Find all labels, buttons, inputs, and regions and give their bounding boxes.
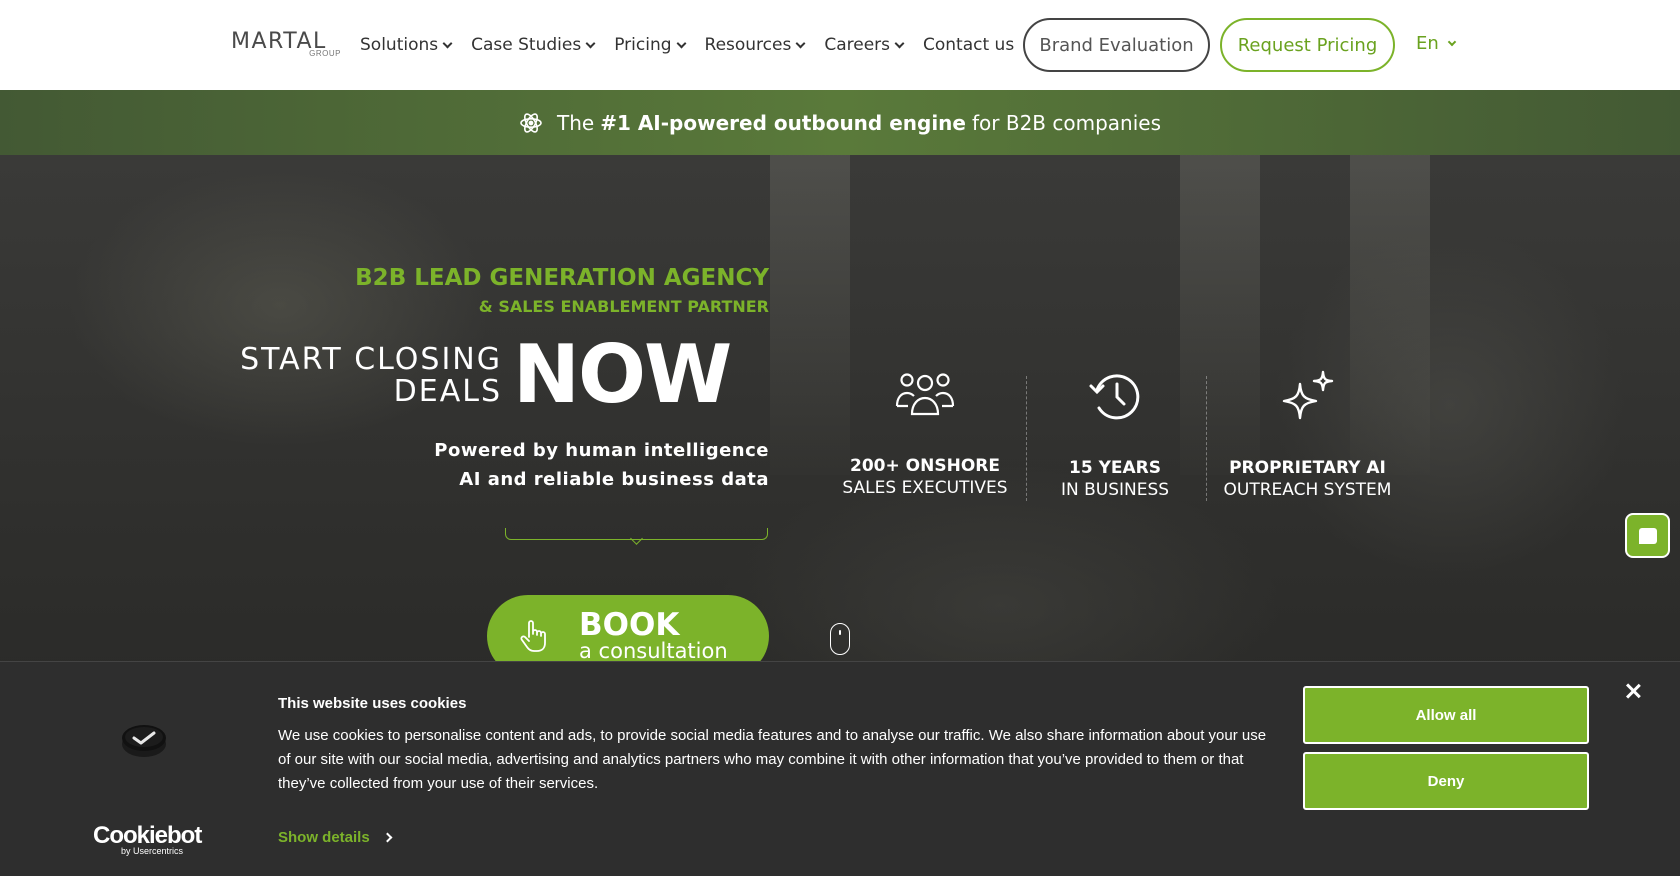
menu-contact-us-label: Contact us bbox=[923, 35, 1015, 55]
banner-suffix: for B2B companies bbox=[971, 110, 1161, 135]
stat-1-label: SALES EXECUTIVES bbox=[842, 478, 1008, 498]
pointer-hand-icon bbox=[520, 620, 546, 652]
cookiebot-mark-icon bbox=[122, 725, 166, 757]
deny-button[interactable]: Deny bbox=[1303, 752, 1589, 810]
stat-1-value: 200+ ONSHORE bbox=[850, 456, 1000, 476]
chevron-down-icon bbox=[585, 38, 596, 48]
team-icon bbox=[895, 373, 955, 416]
show-details-link[interactable]: Show details bbox=[278, 829, 393, 846]
stat-3-label: OUTREACH SYSTEM bbox=[1223, 480, 1392, 500]
stat-years-in-business: 15 YEARS IN BUSINESS bbox=[1025, 370, 1205, 500]
cookie-consent-banner: Cookiebot by Usercentrics This website u… bbox=[0, 661, 1680, 876]
hero-start-closing: START CLOSING DEALS bbox=[240, 344, 502, 408]
menu-solutions[interactable]: Solutions bbox=[360, 35, 453, 55]
hero-powered-by: Powered by human intelligence AI and rel… bbox=[434, 436, 769, 494]
chevron-right-icon bbox=[382, 832, 393, 843]
hero-start-line-2: DEALS bbox=[393, 374, 502, 409]
menu-case-studies-label: Case Studies bbox=[471, 35, 582, 55]
logo-subtext: GROUP bbox=[309, 49, 341, 58]
stat-3-value: PROPRIETARY AI bbox=[1229, 458, 1386, 478]
sparkle-icon bbox=[1282, 370, 1333, 420]
menu-contact-us[interactable]: Contact us bbox=[923, 35, 1014, 55]
chevron-down-icon bbox=[1447, 37, 1457, 46]
history-clock-icon bbox=[1089, 374, 1140, 420]
stat-2-label: IN BUSINESS bbox=[1060, 480, 1170, 500]
menu-resources-label: Resources bbox=[704, 35, 792, 55]
chevron-down-icon bbox=[894, 38, 905, 48]
cookiebot-logo: Cookiebot by Usercentrics bbox=[93, 822, 202, 856]
hero-powered-line-1: Powered by human intelligence bbox=[434, 440, 769, 461]
decorative-bracket bbox=[505, 528, 768, 540]
stat-ai-outreach: PROPRIETARY AI OUTREACH SYSTEM bbox=[1205, 370, 1410, 500]
menu-resources[interactable]: Resources bbox=[704, 35, 806, 55]
hero-now-heading: NOW bbox=[513, 328, 732, 421]
menu-careers[interactable]: Careers bbox=[824, 35, 905, 55]
chevron-down-icon bbox=[442, 38, 453, 48]
martal-logo[interactable]: MARTAL GROUP bbox=[231, 29, 341, 61]
banner-prefix: The bbox=[556, 110, 595, 135]
banner-highlight: #1 AI-powered outbound engine bbox=[600, 110, 966, 135]
close-icon[interactable] bbox=[1624, 682, 1642, 700]
language-label: En bbox=[1416, 33, 1439, 54]
show-details-label: Show details bbox=[278, 829, 370, 846]
hero-tagline-primary: B2B LEAD GENERATION AGENCY bbox=[355, 265, 769, 291]
menu-solutions-label: Solutions bbox=[360, 35, 439, 55]
main-menu: Solutions Case Studies Pricing Resources… bbox=[360, 0, 1034, 90]
promo-banner: The #1 AI-powered outbound engine for B2… bbox=[0, 90, 1680, 155]
chat-widget-button[interactable] bbox=[1625, 513, 1670, 558]
hero-start-line-1: START CLOSING bbox=[240, 342, 502, 377]
language-selector[interactable]: En bbox=[1416, 33, 1457, 54]
atom-icon bbox=[520, 112, 542, 133]
cookie-title: This website uses cookies bbox=[278, 695, 467, 712]
chevron-down-icon bbox=[676, 38, 686, 48]
menu-pricing[interactable]: Pricing bbox=[614, 35, 686, 55]
book-label: BOOK bbox=[579, 607, 680, 643]
menu-pricing-label: Pricing bbox=[614, 35, 672, 55]
book-sublabel: a consultation bbox=[579, 639, 728, 663]
menu-case-studies[interactable]: Case Studies bbox=[471, 35, 596, 55]
brand-evaluation-button[interactable]: Brand Evaluation bbox=[1023, 18, 1210, 72]
stat-sales-executives: 200+ ONSHORE SALES EXECUTIVES bbox=[830, 370, 1020, 498]
hero-powered-line-2: AI and reliable business data bbox=[459, 469, 769, 490]
stat-2-value: 15 YEARS bbox=[1069, 458, 1161, 478]
banner-content: The #1 AI-powered outbound engine for B2… bbox=[519, 111, 1161, 135]
scroll-mouse-icon[interactable] bbox=[830, 623, 850, 655]
top-navigation: MARTAL GROUP Solutions Case Studies Pric… bbox=[0, 0, 1680, 90]
allow-all-button[interactable]: Allow all bbox=[1303, 686, 1589, 744]
cookie-description: We use cookies to personalise content an… bbox=[278, 727, 1267, 792]
chevron-down-icon bbox=[795, 38, 806, 48]
menu-careers-label: Careers bbox=[824, 35, 891, 55]
request-pricing-button[interactable]: Request Pricing bbox=[1220, 18, 1395, 72]
hero-tagline-secondary: & SALES ENABLEMENT PARTNER bbox=[478, 297, 769, 316]
cookiebot-brand: Cookiebot bbox=[93, 822, 202, 849]
chat-bubble-icon bbox=[1638, 527, 1657, 544]
